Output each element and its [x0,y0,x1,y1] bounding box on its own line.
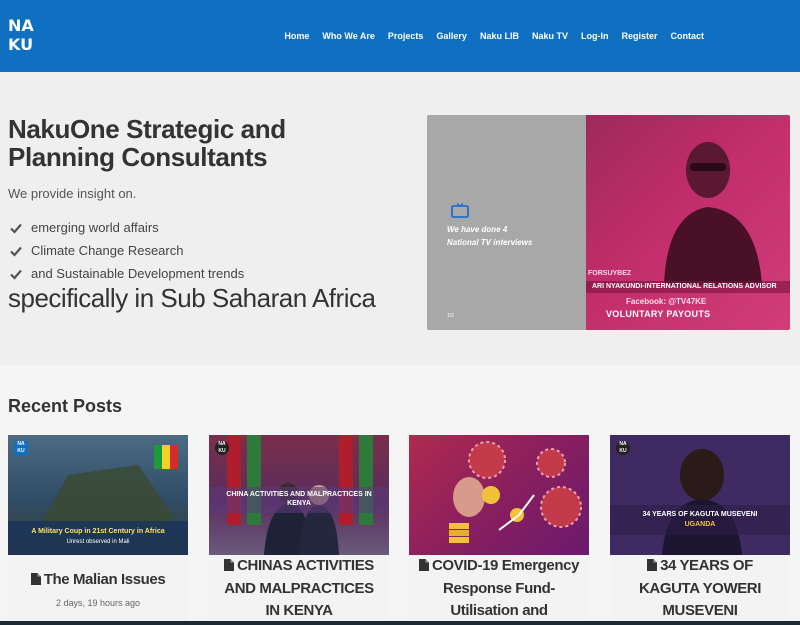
nav-naku-lib[interactable]: Naku LIB [480,31,519,41]
post-card[interactable]: COVID-19 Emergency Response Fund-Utilisa… [409,435,589,625]
media-banner-facebook: Facebook: @TV47KE [626,297,707,306]
check-icon [10,223,22,234]
interview-photo: FORSUYBEZ ARI NYAKUNDI-INTERNATIONAL REL… [586,115,790,330]
nav-naku-tv[interactable]: Naku TV [532,31,568,41]
thumb-subcaption: UGANDA [684,521,716,528]
naku-logo: NA KU [215,441,229,455]
thumb-caption: A Military Coup in 21st Century in Afric… [31,528,165,535]
post-title-text: COVID-19 Emergency Response Fund-Utilisa… [431,557,580,619]
post-card[interactable]: NA KU CHINA ACTIVITIES AND MALPRACTICES I… [209,435,389,625]
museveni-image [610,435,790,555]
hero-section: NakuOne Strategic and Planning Consultan… [0,72,800,365]
main-nav: Home Who We Are Projects Gallery Naku LI… [284,31,800,41]
hero-bullet-text: and Sustainable Development trends [31,266,245,281]
post-date: 2 days, 19 hours ago [55,598,141,608]
tv-icon [451,203,469,218]
post-thumbnail[interactable]: NA KU A Military Coup in 21st Century in … [8,435,188,555]
soldiers-image [8,445,188,555]
media-caption-line2: National TV interviews [447,238,533,247]
interviewee-image [664,142,762,285]
hero-bullet-text: emerging world affairs [31,220,159,235]
post-card[interactable]: NA KU 34 YEARS OF KAGUTA MUSEVENI UGANDA … [610,435,790,625]
logo-text-top: NA [8,16,34,35]
hero-bullet-text: Climate Change Research [31,243,184,258]
thumb-caption: CHINA ACTIVITIES AND MALPRACTICES IN KEN… [226,491,372,507]
post-title[interactable]: 34 YEARS OF KAGUTA YOWERI MUSEVENI [618,555,782,623]
media-banner-handle: FORSUYBEZ [588,270,632,277]
media-banner-name: ARI NYAKUNDI-INTERNATIONAL RELATIONS ADV… [586,281,790,293]
nav-gallery[interactable]: Gallery [436,31,467,41]
nav-home[interactable]: Home [284,31,309,41]
post-title-text: 34 YEARS OF KAGUTA YOWERI MUSEVENI [638,557,762,619]
hero-bullet: Climate Change Research [10,239,244,262]
nav-projects[interactable]: Projects [388,31,424,41]
media-caption: We have done 4 National TV interviews [447,223,532,249]
nav-log-in[interactable]: Log-In [581,31,609,41]
thumb-subcaption: Unrest observed in Mali [66,539,130,545]
document-icon [30,573,41,585]
nav-contact[interactable]: Contact [671,31,705,41]
post-thumbnail[interactable]: NA KU CHINA ACTIVITIES AND MALPRACTICES I… [209,435,389,555]
bottom-strip [0,621,800,625]
post-card[interactable]: NA KU A Military Coup in 21st Century in … [8,435,188,625]
thumb-caption: 34 YEARS OF KAGUTA MUSEVENI [642,511,758,518]
post-title-text: The Malian Issues [43,571,166,588]
check-icon [10,246,22,257]
naku-logo[interactable]: NA KU [5,15,41,56]
post-thumbnail[interactable]: NA KU 34 YEARS OF KAGUTA MUSEVENI UGANDA [610,435,790,555]
nav-register[interactable]: Register [621,31,657,41]
hero-bullet: emerging world affairs [10,216,244,239]
recent-posts-title: Recent Posts [8,396,123,416]
hero-title: NakuOne Strategic and Planning Consultan… [8,114,286,172]
media-grey-panel: We have done 4 National TV interviews 1/… [427,115,586,330]
check-icon [10,269,22,280]
post-title[interactable]: COVID-19 Emergency Response Fund-Utilisa… [417,555,581,623]
nav-who-we-are[interactable]: Who We Are [322,31,375,41]
media-counter: 1/2 [447,313,454,319]
site-header: NA KU Home Who We Are Projects Gallery N… [0,0,800,72]
hero-bullet-list: emerging world affairs Climate Change Re… [10,216,244,285]
post-title[interactable]: The Malian Issues [16,569,180,592]
post-thumbnail[interactable] [409,435,589,555]
covid-money-image [449,441,582,543]
hero-bullet: and Sustainable Development trends [10,262,244,285]
hero-tagline: specifically in Sub Saharan Africa [8,283,376,313]
post-title[interactable]: CHINAS ACTIVITIES AND MALPRACTICES IN KE… [217,555,381,623]
hero-media-slider[interactable]: We have done 4 National TV interviews 1/… [427,115,790,330]
post-title-text: CHINAS ACTIVITIES AND MALPRACTICES IN KE… [224,557,374,619]
media-banner-payouts: VOLUNTARY PAYOUTS [606,309,711,319]
logo-text-bottom: KU [8,35,34,54]
document-icon [418,559,429,571]
hero-intro: We provide insight on. [8,186,137,201]
naku-logo: NA KU [616,441,630,455]
document-icon [647,559,658,571]
document-icon [224,559,235,571]
naku-logo: NA KU [14,441,28,455]
media-caption-line1: We have done 4 [447,225,508,234]
